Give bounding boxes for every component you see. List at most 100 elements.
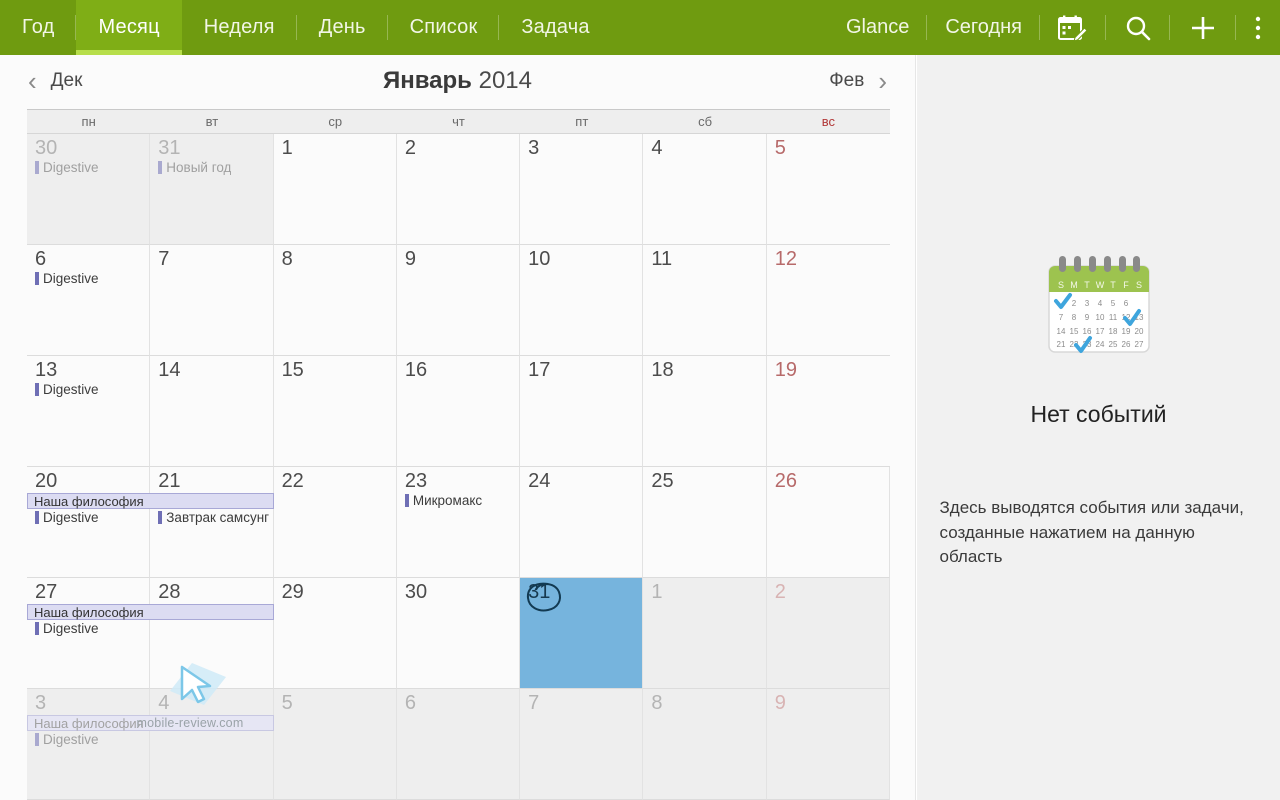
day-cell[interactable]: 20 Digestive <box>27 467 151 578</box>
day-number: 27 <box>35 581 58 603</box>
day-cell[interactable]: 2 <box>396 134 521 245</box>
day-cell[interactable]: 3 Digestive <box>27 689 151 800</box>
glance-button[interactable]: Glance <box>828 0 928 55</box>
svg-text:26: 26 <box>1121 340 1130 349</box>
multi-day-event[interactable]: Наша философия <box>27 715 274 731</box>
day-cell[interactable]: 7 <box>520 689 644 800</box>
calendar-event[interactable]: Digestive <box>27 620 149 637</box>
day-cell[interactable]: 18 <box>643 356 767 467</box>
day-cell[interactable]: 7 <box>150 245 274 356</box>
day-cell[interactable]: 9 <box>766 689 890 800</box>
day-cell[interactable]: 24 <box>520 467 644 578</box>
day-cell[interactable]: 28 <box>150 578 274 689</box>
day-cell[interactable]: 13 Digestive <box>27 356 151 467</box>
day-cell[interactable]: 31 <box>520 578 644 689</box>
tab-list[interactable]: Список <box>388 0 500 55</box>
day-cell[interactable]: 15 <box>273 356 397 467</box>
day-cell[interactable]: 14 <box>150 356 274 467</box>
day-cell[interactable]: 30 <box>396 578 521 689</box>
more-options-button[interactable] <box>1236 0 1280 55</box>
day-cell[interactable]: 1 <box>643 578 767 689</box>
day-cell[interactable]: 4 <box>150 689 274 800</box>
day-number: 14 <box>158 359 181 381</box>
week-row: 30 Digestive 31 Новый год 1 2 3 4 5 <box>27 134 890 245</box>
today-button[interactable]: Сегодня <box>927 0 1040 55</box>
day-number: 26 <box>774 470 797 492</box>
next-month-label: Фев <box>829 70 865 91</box>
tab-year-label: Год <box>22 16 55 38</box>
week-row: 20 Digestive 21 Завтрак самсунг 22 23 Микромак… <box>27 467 890 578</box>
day-cell[interactable]: 4 <box>643 134 767 245</box>
day-number: 3 <box>35 692 47 714</box>
calendar-event[interactable]: Digestive <box>27 509 149 526</box>
calendar-event[interactable]: Digestive <box>27 731 149 748</box>
tab-week-label: Неделя <box>203 16 275 38</box>
day-cell[interactable]: 21 Завтрак самсунг <box>150 467 274 578</box>
day-cell[interactable]: 30 Digestive <box>27 134 151 245</box>
calendar-edit-button[interactable] <box>1040 0 1106 55</box>
day-cell[interactable]: 29 <box>273 578 397 689</box>
day-cell[interactable]: 6 Digestive <box>27 245 151 356</box>
previous-month-button[interactable]: ‹ Дек <box>28 55 82 107</box>
day-cell[interactable]: 8 <box>273 245 397 356</box>
day-cell[interactable]: 12 <box>766 245 890 356</box>
multi-day-event[interactable]: Наша философия <box>27 493 274 509</box>
event-color-marker <box>158 511 163 524</box>
weekday-header-чт: чт <box>452 114 465 129</box>
day-cell[interactable]: 5 <box>273 689 397 800</box>
svg-text:17: 17 <box>1095 327 1104 336</box>
multi-day-event-title: Наша философия <box>34 493 144 509</box>
day-cell[interactable]: 3 <box>520 134 644 245</box>
svg-text:W: W <box>1095 280 1104 290</box>
next-month-button[interactable]: Фев › <box>829 55 887 107</box>
calendar-event[interactable]: Микромакс <box>397 492 519 509</box>
day-cell[interactable]: 16 <box>396 356 521 467</box>
multi-day-event[interactable]: Наша философия <box>27 604 274 620</box>
day-cell[interactable]: 9 <box>396 245 521 356</box>
tab-month-label: Месяц <box>98 16 160 38</box>
tab-year[interactable]: Год <box>0 0 77 55</box>
day-number: 30 <box>404 581 428 603</box>
event-title: Digestive <box>43 732 99 747</box>
day-cell[interactable]: 19 <box>766 356 890 467</box>
day-cell[interactable]: 5 <box>766 134 890 245</box>
day-cell[interactable]: 10 <box>520 245 644 356</box>
multi-day-event-title: Наша философия <box>34 604 144 620</box>
svg-text:19: 19 <box>1121 327 1130 336</box>
svg-text:7: 7 <box>1058 313 1063 322</box>
day-cell[interactable]: 8 <box>643 689 767 800</box>
day-cell[interactable]: 2 <box>766 578 890 689</box>
day-number: 3 <box>528 137 540 159</box>
day-cell[interactable]: 25 <box>643 467 767 578</box>
day-cell[interactable]: 23 Микромакс <box>396 467 521 578</box>
calendar-event[interactable]: Digestive <box>27 270 149 287</box>
add-event-button[interactable] <box>1170 0 1236 55</box>
day-number: 12 <box>774 248 797 270</box>
tab-month[interactable]: Месяц <box>76 0 183 55</box>
calendar-event[interactable]: Завтрак самсунг <box>150 509 272 526</box>
day-number: 7 <box>528 692 540 714</box>
day-cell[interactable]: 1 <box>273 134 397 245</box>
tab-week[interactable]: Неделя <box>182 0 297 55</box>
day-cell[interactable]: 6 <box>396 689 521 800</box>
calendar-event[interactable]: Digestive <box>27 381 149 398</box>
day-cell[interactable]: 11 <box>643 245 767 356</box>
event-title: Digestive <box>43 621 99 636</box>
week-row: 27 Digestive 28 29 30 31 1 2 Наша философия <box>27 578 890 689</box>
day-cell[interactable]: 22 <box>273 467 397 578</box>
tab-task[interactable]: Задача <box>499 0 611 55</box>
calendar-event[interactable]: Новый год <box>150 159 272 176</box>
event-title: Digestive <box>43 160 99 175</box>
svg-text:20: 20 <box>1134 327 1143 336</box>
day-cell[interactable]: 26 <box>766 467 890 578</box>
day-cell[interactable]: 27 Digestive <box>27 578 151 689</box>
tab-day[interactable]: День <box>297 0 388 55</box>
day-cell[interactable]: 31 Новый год <box>150 134 274 245</box>
calendar-event[interactable]: Digestive <box>27 159 149 176</box>
event-title: Digestive <box>43 510 99 525</box>
day-cell[interactable]: 17 <box>520 356 644 467</box>
svg-text:11: 11 <box>1108 313 1117 322</box>
svg-text:14: 14 <box>1056 327 1065 336</box>
search-button[interactable] <box>1106 0 1170 55</box>
